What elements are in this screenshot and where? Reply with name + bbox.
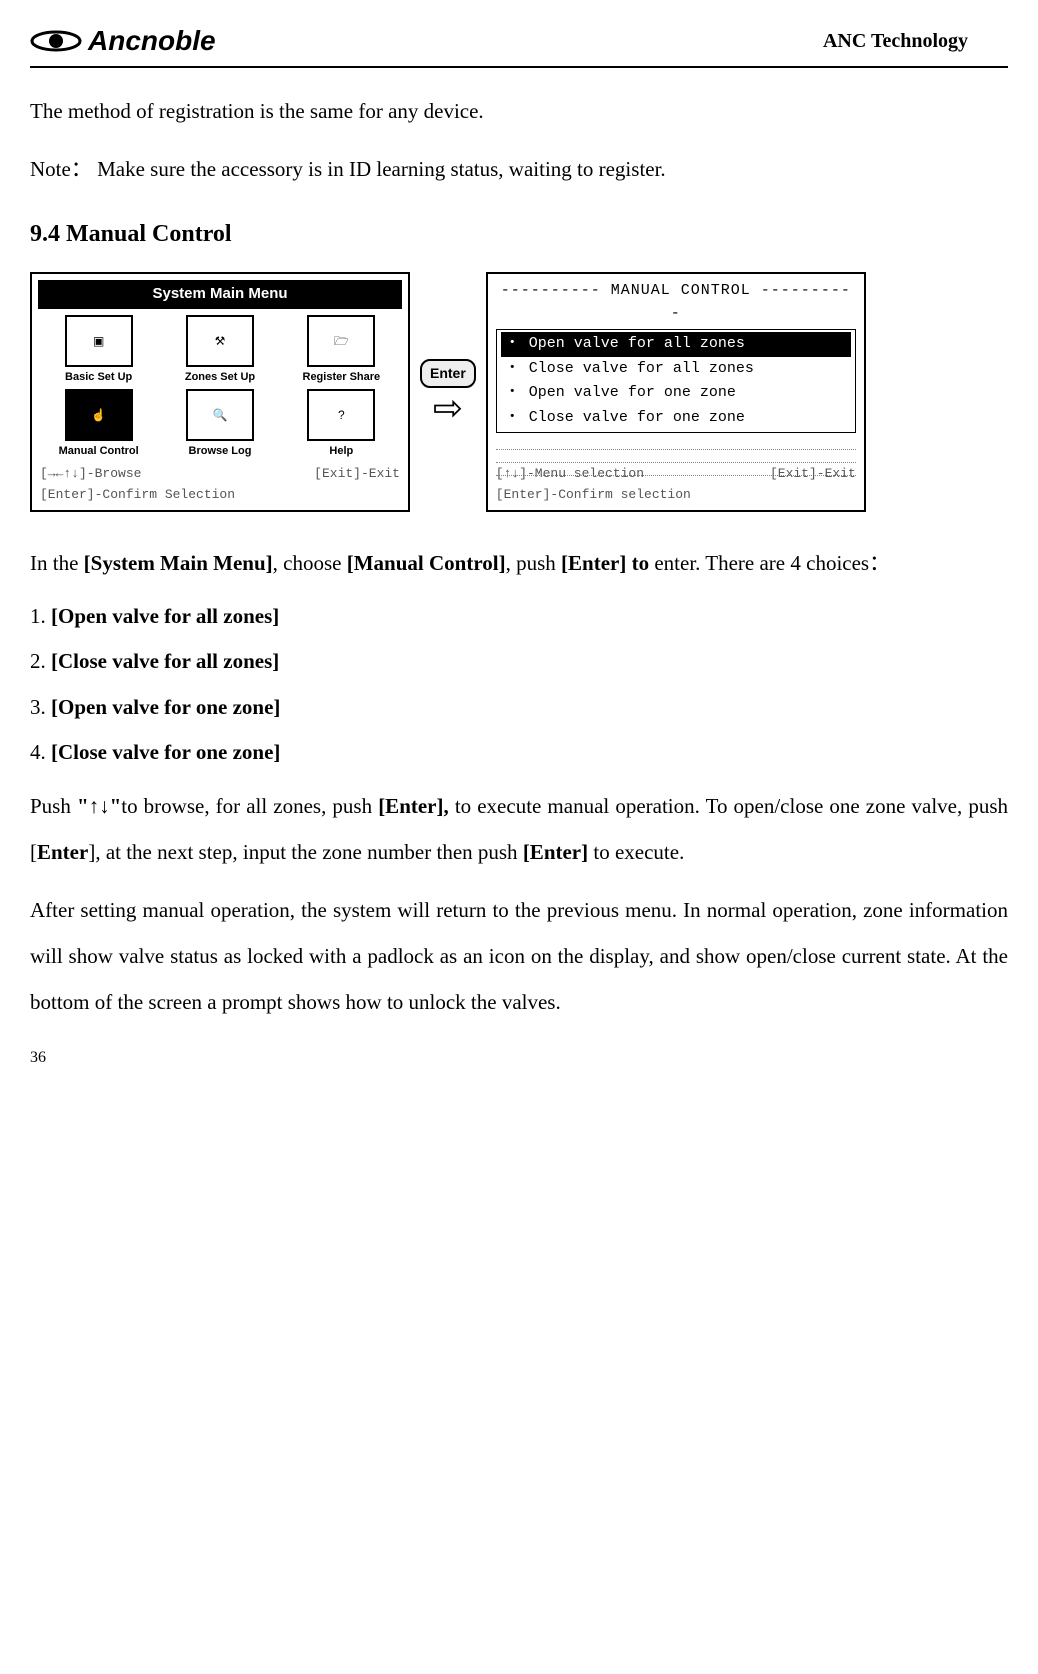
choice-num: 2. [30,649,51,673]
page-header: Ancnoble ANC Technology [30,20,1008,68]
txt: , choose [273,551,347,575]
zones-set-up-icon: ⚒ [186,315,254,367]
txt: , push [506,551,561,575]
manual-control-item: ・ Open valve for all zones [501,332,851,357]
txt: to execute. [588,840,684,864]
arrow-column: Enter ⇨ [420,359,476,426]
screen1-footer-exit: [Exit]-Exit [314,464,400,484]
screen2-footer: [↑↓]-Menu selection [Exit]-Exit [Enter]-… [496,464,856,504]
intro-p1: The method of registration is the same f… [30,88,1008,134]
screen2-menu-box: ・ Open valve for all zones・ Close valve … [496,329,856,433]
bold-enter2: Enter [37,840,88,864]
screen2-footer-confirm: [Enter]-Confirm selection [496,485,856,505]
bold-enter: [Enter], [378,794,455,818]
manual-control-item: ・ Open valve for one zone [501,381,851,406]
help-icon: ? [307,389,375,441]
screen2-footer-menu: [↑↓]-Menu selection [496,464,644,484]
manual-control-icon: ☝ [65,389,133,441]
manual-control-item: ・ Close valve for all zones [501,357,851,382]
tail-p2: After setting manual operation, the syst… [30,887,1008,1026]
choice-num: 3. [30,695,51,719]
icon-grid: ▣ Basic Set Up ⚒ Zones Set Up 🗁 Register Shar… [32,313,408,462]
txt: ], at the next step, input the zone numb… [88,840,522,864]
txt: In the [30,551,84,575]
choice-item: 1. [Open valve for all zones] [30,601,1008,633]
choice-item: 4. [Close valve for one zone] [30,737,1008,769]
icon-label: Manual Control [42,443,155,460]
choice-bold: [Close valve for one zone] [51,740,280,764]
choice-num: 4. [30,740,51,764]
menu-icon-help: ? Help [285,389,398,460]
screen1-footer-browse: [→←↑↓]-Browse [40,464,141,484]
section-heading: 9.4 Manual Control [30,216,1008,252]
screen1-title: System Main Menu [38,280,402,309]
note-label: Note： [30,157,92,181]
choices-list: 1. [Open valve for all zones]2. [Close v… [30,601,1008,769]
txt: enter. There are 4 choices： [654,551,890,575]
choice-item: 3. [Open valve for one zone] [30,692,1008,724]
icon-label: Zones Set Up [163,369,276,386]
basic-set-up-icon: ▣ [65,315,133,367]
menu-icon-manual-control: ☝ Manual Control [42,389,155,460]
bold-system-main-menu: [System Main Menu] [84,551,273,575]
choice-num: 1. [30,604,51,628]
screen2-title: ---------- MANUAL CONTROL ---------- [496,280,856,325]
dotted-line [496,450,856,463]
intro-p2: Note： Make sure the accessory is in ID l… [30,146,1008,192]
manual-control-item: ・ Close valve for one zone [501,406,851,431]
choice-bold: [Close valve for all zones] [51,649,279,673]
bold-enter-to: [Enter] to [561,551,654,575]
bold-arrows: "↑↓" [77,794,121,818]
page-number: 36 [30,1046,1008,1070]
txt: Push [30,794,77,818]
logo-text: Ancnoble [88,20,216,62]
choice-bold: [Open valve for one zone] [51,695,280,719]
screen1-footer-confirm: [Enter]-Confirm Selection [40,485,400,505]
dotted-line [496,437,856,450]
bold-enter3: [Enter] [523,840,588,864]
menu-icon-basic-set-up: ▣ Basic Set Up [42,315,155,386]
enter-key-icon: Enter [420,359,476,388]
figures-row: System Main Menu ▣ Basic Set Up ⚒ Zones Set… [30,272,1008,512]
after-fig-paragraph: In the [System Main Menu], choose [Manua… [30,540,1008,586]
register-share-icon: 🗁 [307,315,375,367]
menu-icon-zones-set-up: ⚒ Zones Set Up [163,315,276,386]
screen2-footer-exit: [Exit]-Exit [770,464,856,484]
icon-label: Register Share [285,369,398,386]
right-arrow-icon: ⇨ [433,390,463,426]
menu-icon-browse-log: 🔍 Browse Log [163,389,276,460]
menu-icon-register-share: 🗁 Register Share [285,315,398,386]
company-name: ANC Technology [823,26,968,56]
txt: to browse, for all zones, push [121,794,378,818]
choice-bold: [Open valve for all zones] [51,604,279,628]
logo-swoosh-icon [30,21,82,61]
browse-log-icon: 🔍 [186,389,254,441]
icon-label: Browse Log [163,443,276,460]
icon-label: Help [285,443,398,460]
logo: Ancnoble [30,20,216,62]
note-text: Make sure the accessory is in ID learnin… [97,157,666,181]
screen-manual-control: ---------- MANUAL CONTROL ---------- ・ O… [486,272,866,512]
bold-manual-control: [Manual Control] [347,551,506,575]
tail-p1: Push "↑↓"to browse, for all zones, push … [30,783,1008,875]
choice-item: 2. [Close valve for all zones] [30,646,1008,678]
icon-label: Basic Set Up [42,369,155,386]
screen1-footer: [→←↑↓]-Browse [Exit]-Exit [Enter]-Confir… [40,464,400,504]
screen-main-menu: System Main Menu ▣ Basic Set Up ⚒ Zones Set… [30,272,410,512]
